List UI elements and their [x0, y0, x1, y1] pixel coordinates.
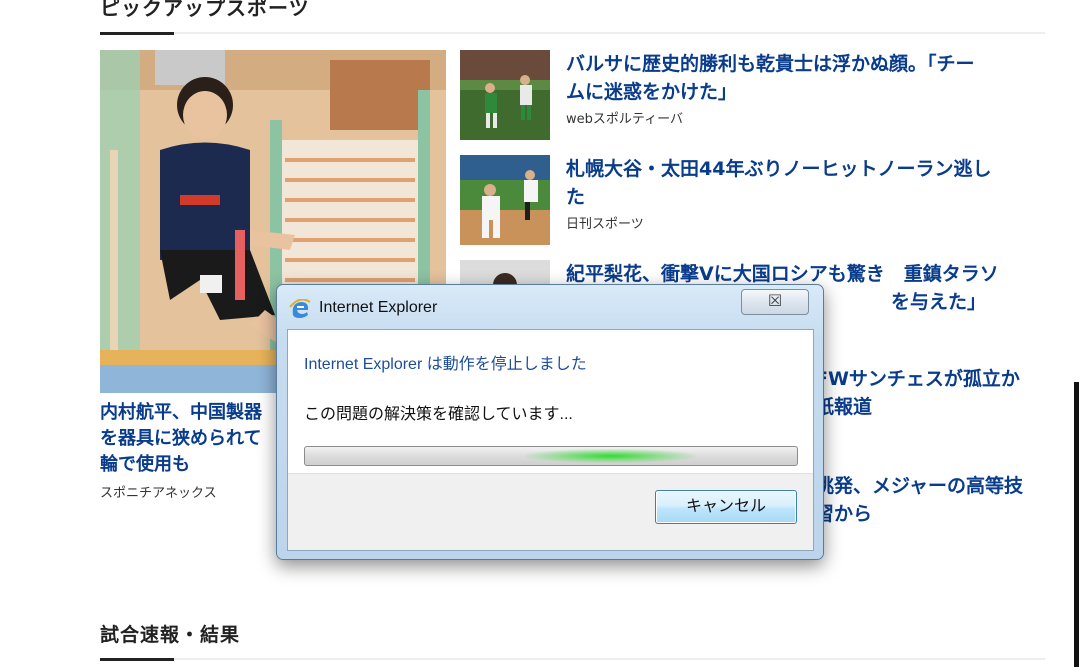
news-headline-line: ムに迷惑をかけた」 [566, 81, 738, 103]
news-headline[interactable]: 挑発、メジャーの高等技 習から [815, 472, 1045, 528]
news-item[interactable]: バルサに歴史的勝利も乾貴士は浮かぬ顔。「チー ムに迷惑をかけた」 webスポルテ… [460, 50, 1050, 150]
close-icon: ☒ [767, 291, 783, 310]
news-headline-line: た [566, 186, 586, 208]
news-source: webスポルティーバ [566, 112, 683, 127]
news-thumb-baseball[interactable] [460, 155, 550, 245]
news-headline-line: 挑発、メジャーの高等技 [815, 475, 1024, 497]
section-title-pickup: ピックアップスポーツ [100, 0, 310, 20]
news-thumb-soccer-art [460, 50, 550, 140]
dialog-status: この問題の解決策を確認しています... [304, 406, 573, 423]
news-headline-line: 札幌大谷・太田44年ぶりノーヒットノーラン逃し [566, 158, 992, 180]
news-thumb-soccer[interactable] [460, 50, 550, 140]
news-headline-line: FWサンチェスが孤立か [815, 368, 1020, 390]
progress-marquee [525, 449, 695, 463]
news-item[interactable]: 札幌大谷・太田44年ぶりノーヒットノーラン逃し た 日刊スポーツ [460, 155, 1050, 255]
news-headline[interactable]: バルサに歴史的勝利も乾貴士は浮かぬ顔。「チー ムに迷惑をかけた」 [566, 50, 1046, 106]
news-headline-line: 習から [815, 503, 873, 525]
news-headline-line: バルサに歴史的勝利も乾貴士は浮かぬ顔。「チー [566, 53, 975, 75]
dialog-title: Internet Explorer [319, 299, 438, 316]
news-thumb-baseball-art [460, 155, 550, 245]
cancel-button[interactable]: キャンセル [655, 490, 797, 524]
news-headline-line: 紙報道 [815, 396, 873, 418]
dialog-progress-bar [304, 446, 798, 466]
dialog-body: Internet Explorer は動作を停止しました この問題の解決策を確認… [287, 329, 814, 551]
dialog-footer: キャンセル [288, 473, 813, 550]
dialog-close-button[interactable]: ☒ [741, 289, 809, 315]
dialog-message: Internet Explorer は動作を停止しました [304, 356, 587, 373]
news-headline[interactable]: 札幌大谷・太田44年ぶりノーヒットノーラン逃し た [566, 155, 1046, 211]
ie-crash-dialog: Internet Explorer ☒ Internet Explorer は動… [276, 284, 824, 560]
section-title-rule [100, 32, 1045, 35]
page-edge-bar [1074, 382, 1079, 667]
section-title-results: 試合速報・結果 [100, 624, 241, 646]
dialog-titlebar[interactable]: Internet Explorer ☒ [277, 285, 823, 331]
ie-logo-icon [289, 298, 311, 319]
news-headline[interactable]: FWサンチェスが孤立か 紙報道 [815, 365, 1045, 421]
news-source: 日刊スポーツ [566, 217, 644, 232]
section-title-rule [100, 658, 1045, 661]
